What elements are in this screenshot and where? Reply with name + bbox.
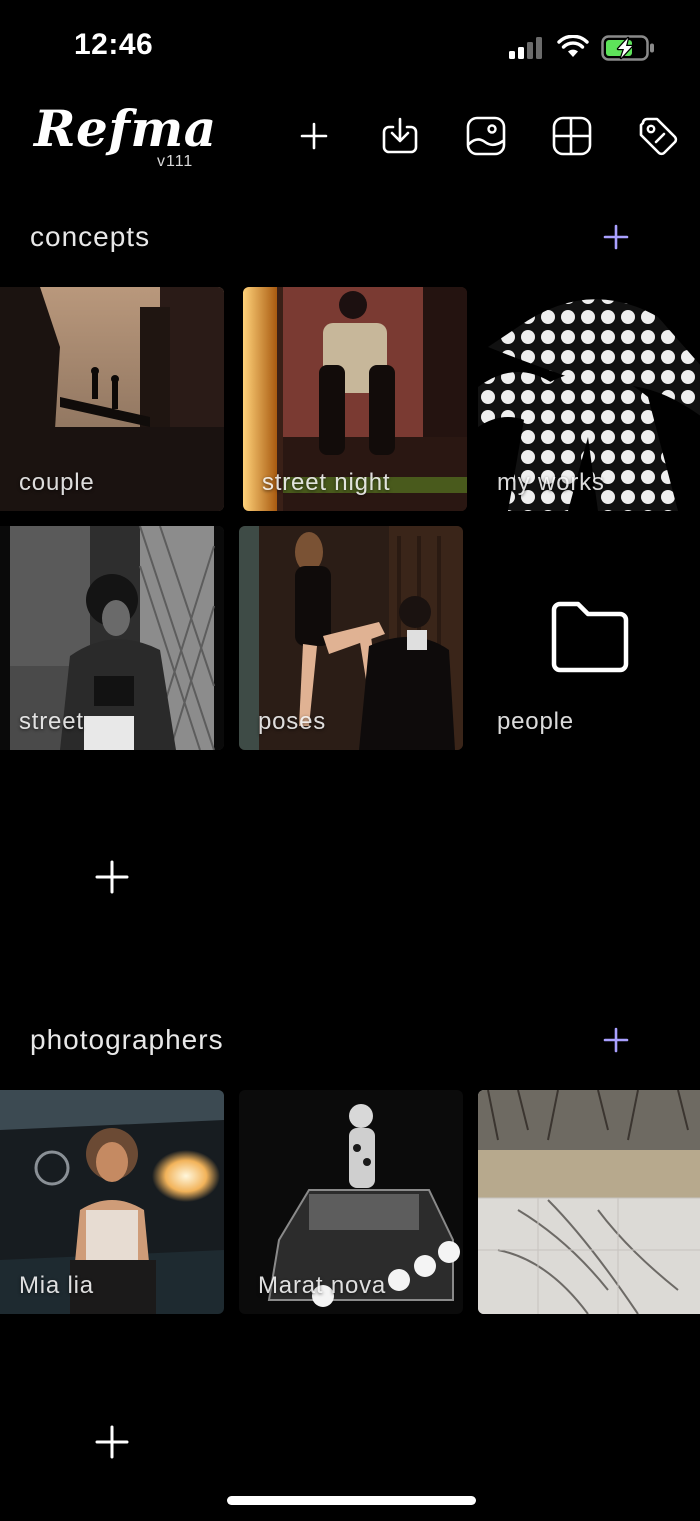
concept-tile-street[interactable]: street — [0, 526, 224, 750]
layout-button[interactable] — [550, 114, 594, 158]
wifi-icon — [557, 35, 589, 57]
tile-label: Mia lia — [19, 1272, 94, 1299]
home-indicator[interactable] — [227, 1496, 476, 1505]
tile-label: street — [19, 708, 84, 735]
photographer-tile[interactable] — [478, 1090, 700, 1314]
download-icon — [382, 117, 418, 154]
concept-tile-poses[interactable]: poses — [239, 526, 463, 750]
tile-label: people — [497, 708, 574, 735]
app-logo: Refma — [34, 99, 217, 158]
concept-tile-street-night[interactable]: street night — [243, 287, 467, 511]
status-time: 12:46 — [74, 28, 154, 61]
cellular-signal-icon — [509, 37, 542, 59]
tile-label: my works — [497, 469, 605, 496]
tile-label: Marat nova — [258, 1272, 387, 1299]
add-button[interactable] — [292, 114, 336, 158]
section-title-photographers: photographers — [30, 1024, 224, 1055]
add-concept-button[interactable] — [594, 215, 638, 259]
import-button[interactable] — [378, 114, 422, 158]
plus-icon — [300, 122, 328, 150]
add-concept-tile[interactable] — [90, 855, 134, 899]
tags-button[interactable] — [636, 114, 680, 158]
image-icon — [466, 116, 506, 156]
status-icons — [509, 33, 654, 61]
tile-label: couple — [19, 469, 95, 496]
battery-charging-icon — [601, 35, 654, 61]
folder-icon — [551, 601, 629, 673]
gallery-button[interactable] — [464, 114, 508, 158]
tile-photo — [478, 1090, 700, 1314]
app-screen: 12:46 Refma v111 concepts couple street … — [0, 0, 700, 1521]
concept-tile-people[interactable]: people — [478, 526, 700, 750]
tag-icon — [639, 117, 678, 156]
photographer-tile-marat-nova[interactable]: Marat nova — [239, 1090, 463, 1314]
app-version: v111 — [157, 153, 194, 170]
plus-icon — [95, 860, 129, 894]
plus-icon — [95, 1425, 129, 1459]
concept-tile-couple[interactable]: couple — [0, 287, 224, 511]
plus-icon — [603, 224, 629, 250]
add-photographer-button[interactable] — [594, 1018, 638, 1062]
tile-label: poses — [258, 708, 327, 735]
concept-tile-my-works[interactable]: my works — [478, 287, 700, 511]
section-title-concepts: concepts — [30, 221, 151, 252]
plus-icon — [603, 1027, 629, 1053]
grid-icon — [552, 116, 592, 156]
add-photographer-tile[interactable] — [90, 1420, 134, 1464]
tile-label: street night — [262, 469, 391, 496]
photographer-tile-mia-lia[interactable]: Mia lia — [0, 1090, 224, 1314]
